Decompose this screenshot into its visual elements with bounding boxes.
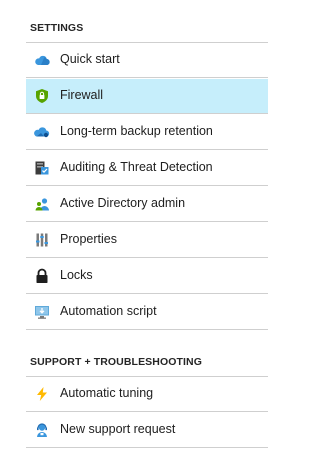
menu-item-label: Properties <box>60 232 117 246</box>
menu-item-quick-start[interactable]: Quick start <box>26 43 268 78</box>
user-admin-icon <box>34 196 50 212</box>
auditing-icon <box>34 160 50 176</box>
menu-item-auditing-threat-detection[interactable]: Auditing & Threat Detection <box>26 151 268 186</box>
menu-item-label: Quick start <box>60 52 120 66</box>
menu-item-properties[interactable]: Properties <box>26 223 268 258</box>
shield-icon <box>34 88 50 104</box>
menu-item-label: New support request <box>60 422 176 436</box>
menu-item-automatic-tuning[interactable]: Automatic tuning <box>26 377 268 412</box>
automation-script-icon <box>34 304 50 320</box>
menu-item-automation-script[interactable]: Automation script <box>26 295 268 330</box>
menu-item-label: Automatic tuning <box>60 386 154 400</box>
section-header-support-troubleshooting: SUPPORT + TROUBLESHOOTING <box>30 356 202 368</box>
menu-item-label: Long-term backup retention <box>60 124 213 138</box>
menu-item-label: Active Directory admin <box>60 196 186 210</box>
lock-icon <box>34 268 50 284</box>
lightning-icon <box>34 386 50 402</box>
menu-item-active-directory-admin[interactable]: Active Directory admin <box>26 187 268 222</box>
properties-icon <box>34 232 50 248</box>
menu-item-label: Automation script <box>60 304 157 318</box>
menu-item-locks[interactable]: Locks <box>26 259 268 294</box>
settings-menu-panel: SETTINGS Quick start Firewall Long-term … <box>0 0 268 458</box>
support-request-icon <box>34 422 50 438</box>
cloud-backup-icon <box>34 124 50 140</box>
section-header-settings: SETTINGS <box>30 22 84 34</box>
menu-item-firewall[interactable]: Firewall <box>26 79 268 114</box>
menu-item-long-term-backup-retention[interactable]: Long-term backup retention <box>26 115 268 150</box>
menu-item-label: Auditing & Threat Detection <box>60 160 213 174</box>
menu-item-label: Firewall <box>60 88 104 102</box>
menu-item-label: Locks <box>60 268 93 282</box>
menu-item-new-support-request[interactable]: New support request <box>26 413 268 448</box>
cloud-icon <box>34 52 50 68</box>
